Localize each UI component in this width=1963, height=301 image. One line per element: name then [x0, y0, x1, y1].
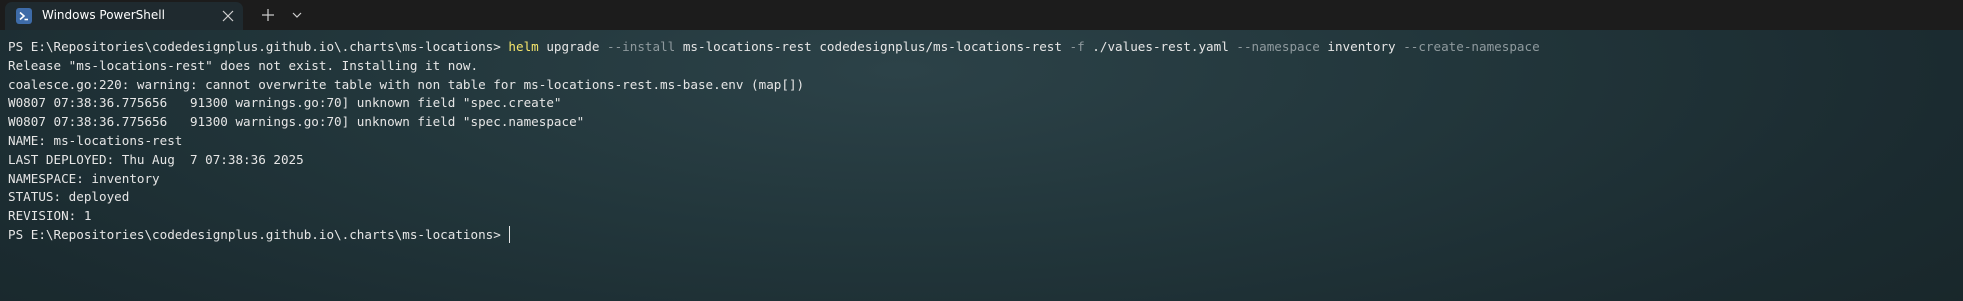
tab-title: Windows PowerShell — [42, 8, 165, 22]
chevron-down-icon[interactable] — [287, 5, 307, 25]
plus-icon[interactable] — [257, 5, 279, 25]
command-param: --install — [607, 39, 676, 54]
output-line: W0807 07:38:36.775656 91300 warnings.go:… — [8, 95, 562, 111]
output-line: LAST DEPLOYED: Thu Aug 7 07:38:36 2025 — [8, 151, 304, 167]
terminal-window: Windows PowerShell PS E:\Repositories\co… — [0, 0, 1963, 301]
command-arg: ms-locations-rest codedesignplus/ms-loca… — [675, 39, 1070, 54]
output-line: Release "ms-locations-rest" does not exi… — [8, 57, 479, 73]
input-line[interactable]: PS E:\Repositories\codedesignplus.github… — [8, 225, 1963, 245]
terminal-output[interactable]: PS E:\Repositories\codedesignplus.github… — [0, 30, 1963, 301]
prompt: PS E:\Repositories\codedesignplus.github… — [8, 226, 509, 242]
output-line: STATUS: deployed — [8, 189, 130, 205]
text-cursor — [509, 225, 511, 243]
tab-windows-powershell[interactable]: Windows PowerShell — [5, 2, 243, 30]
command-arg: ./values-rest.yaml — [1084, 39, 1237, 54]
command-param: --namespace — [1236, 39, 1320, 54]
command-arg: upgrade — [538, 39, 608, 54]
command-param: -f — [1069, 39, 1085, 54]
output-line: coalesce.go:220: warning: cannot overwri… — [8, 76, 805, 92]
output-line: NAMESPACE: inventory — [8, 170, 160, 186]
powershell-icon — [16, 8, 32, 24]
prompt: PS E:\Repositories\codedesignplus.github… — [8, 39, 509, 54]
command-arg: inventory — [1319, 39, 1404, 54]
output-line: NAME: ms-locations-rest — [8, 132, 183, 148]
command-line: PS E:\Repositories\codedesignplus.github… — [8, 38, 1963, 57]
command-param: --create-namespace — [1403, 39, 1540, 54]
close-icon[interactable] — [218, 6, 238, 26]
title-bar: Windows PowerShell — [0, 0, 1963, 30]
command-name: helm — [508, 39, 539, 54]
output-line: REVISION: 1 — [8, 208, 92, 224]
output-line: W0807 07:38:36.775656 91300 warnings.go:… — [8, 114, 585, 130]
